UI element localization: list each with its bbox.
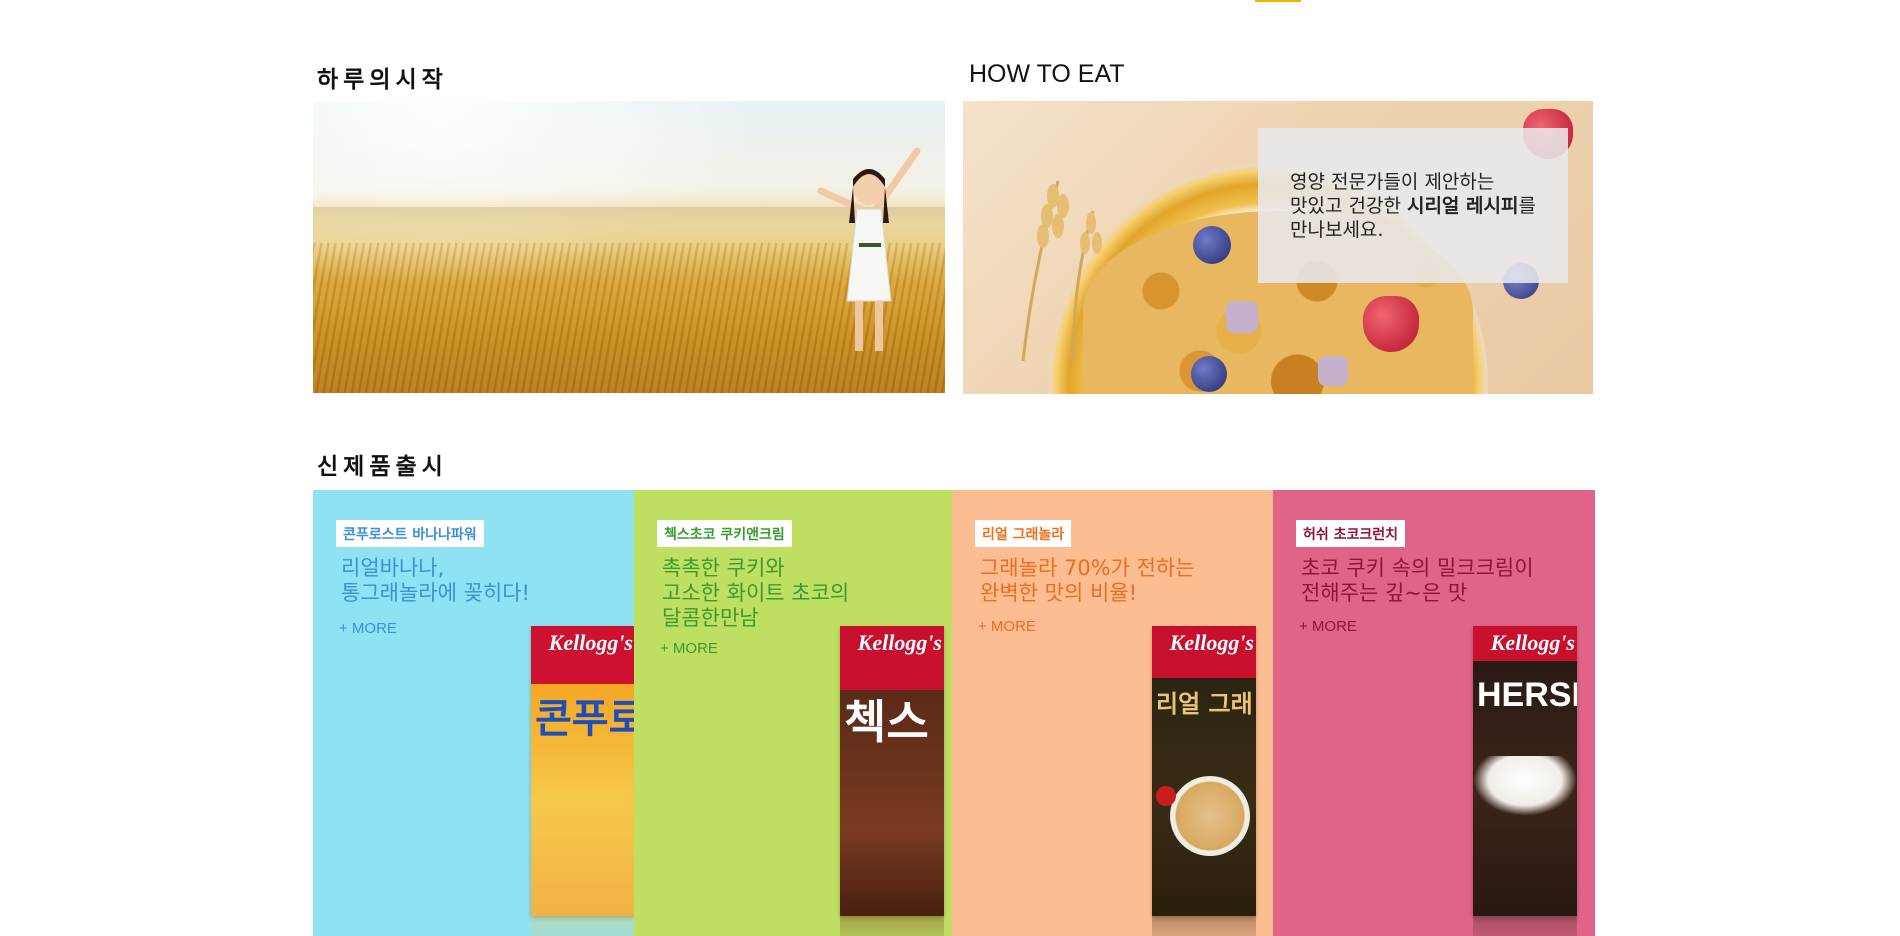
- box-reflection: [840, 916, 944, 936]
- blueberry-icon: [1191, 356, 1227, 392]
- child-in-wheat-field-image: [817, 147, 921, 351]
- product-card-cornfrost-banana[interactable]: 콘푸로스트 바나나파워 리얼바나나, 통그래놀라에 꽂히다! + MORE Ke…: [313, 490, 634, 936]
- headline-line: 촉촉한 쿠키와: [662, 556, 785, 580]
- blueberry-icon: [1193, 226, 1231, 264]
- box-product-name: 콘푸로스: [535, 696, 634, 742]
- product-headline: 초코 쿠키 속의 밀크크림이 전해주는 깊~은 맛: [1301, 556, 1534, 606]
- product-card-chex-choco[interactable]: 첵스초코 쿠키앤크림 촉촉한 쿠키와 고소한 화이트 초코의 달콤한만남 + M…: [634, 490, 952, 936]
- milk-splash-decoration: [1473, 756, 1577, 816]
- section-title-start: 하루의시작: [317, 67, 448, 93]
- caption-line-2-suffix: 를: [1518, 195, 1536, 217]
- headline-line: 전해주는 깊~은 맛: [1301, 581, 1468, 605]
- how-to-eat-banner[interactable]: 영양 전문가들이 제안하는 맛있고 건강한 시리얼 레시피를 만나보세요.: [963, 101, 1593, 394]
- how-to-eat-caption: 영양 전문가들이 제안하는 맛있고 건강한 시리얼 레시피를 만나보세요.: [1258, 128, 1568, 283]
- box-brand-logo: Kellogg's: [1169, 630, 1254, 655]
- start-of-day-banner[interactable]: [313, 101, 945, 393]
- cereal-box-image: Kellogg's HERSH: [1473, 626, 1577, 916]
- box-product-name: HERSH: [1477, 676, 1577, 714]
- caption-highlight: 시리얼 레시피: [1406, 195, 1519, 217]
- more-link[interactable]: + MORE: [339, 620, 397, 637]
- box-brand-logo: Kellogg's: [1490, 630, 1575, 655]
- product-badge: 허쉬 초코크런치: [1296, 520, 1406, 547]
- raspberry-icon: [1363, 296, 1419, 352]
- headline-line: 고소한 화이트 초코의: [662, 581, 850, 605]
- cereal-box-image: Kellogg's 리얼 그래: [1152, 626, 1256, 916]
- caption-line-3: 만나보세요.: [1290, 219, 1384, 241]
- wheat-ear-icon: [1021, 180, 1102, 361]
- caption-line-1: 영양 전문가들이 제안하는: [1290, 171, 1495, 193]
- yogurt-cube-icon: [1226, 301, 1258, 333]
- section-title-howto: HOW TO EAT: [969, 60, 1125, 88]
- headline-line: 달콤한만남: [662, 606, 759, 630]
- box-reflection: [1152, 916, 1256, 936]
- caption-line-2: 맛있고 건강한 시리얼 레시피를: [1290, 194, 1536, 218]
- product-badge: 리얼 그래놀라: [975, 520, 1072, 547]
- box-product-name: 첵스: [844, 695, 929, 749]
- product-headline: 리얼바나나, 통그래놀라에 꽂히다!: [341, 556, 530, 606]
- box-brand-logo: Kellogg's: [548, 630, 633, 655]
- headline-line: 리얼바나나,: [341, 556, 445, 580]
- product-badge: 콘푸로스트 바나나파워: [336, 520, 484, 547]
- active-nav-indicator: [1255, 0, 1301, 2]
- headline-line: 완벽한 맛의 비율!: [980, 581, 1138, 605]
- box-product-name: 리얼 그래: [1156, 690, 1253, 718]
- product-badge: 첵스초코 쿠키앤크림: [657, 520, 792, 547]
- product-card-hershey-choco-crunch[interactable]: 허쉬 초코크런치 초코 쿠키 속의 밀크크림이 전해주는 깊~은 맛 + MOR…: [1273, 490, 1595, 936]
- headline-line: 통그래놀라에 꽂히다!: [341, 581, 530, 605]
- product-headline: 촉촉한 쿠키와 고소한 화이트 초코의 달콤한만남: [662, 556, 849, 631]
- more-link[interactable]: + MORE: [660, 640, 718, 657]
- granola-bowl-image: [1170, 776, 1250, 856]
- box-reflection: [531, 916, 634, 936]
- headline-line: 초코 쿠키 속의 밀크크림이: [1301, 556, 1534, 580]
- more-link[interactable]: + MORE: [978, 618, 1036, 635]
- more-link[interactable]: + MORE: [1299, 618, 1357, 635]
- product-card-real-granola[interactable]: 리얼 그래놀라 그래놀라 70%가 전하는 완벽한 맛의 비율! + MORE …: [952, 490, 1273, 936]
- cereal-box-image: Kellogg's 콘푸로스: [531, 626, 634, 916]
- yogurt-cube-icon: [1318, 356, 1348, 386]
- box-reflection: [1473, 916, 1577, 936]
- section-title-new-products: 신제품출시: [317, 454, 448, 480]
- product-headline: 그래놀라 70%가 전하는 완벽한 맛의 비율!: [980, 556, 1195, 606]
- caption-line-2-text: 맛있고 건강한: [1290, 195, 1407, 217]
- apple-icon: [1156, 786, 1176, 806]
- box-brand-logo: Kellogg's: [857, 630, 942, 655]
- headline-line: 그래놀라 70%가 전하는: [980, 556, 1195, 580]
- cereal-box-image: Kellogg's 첵스: [840, 626, 944, 916]
